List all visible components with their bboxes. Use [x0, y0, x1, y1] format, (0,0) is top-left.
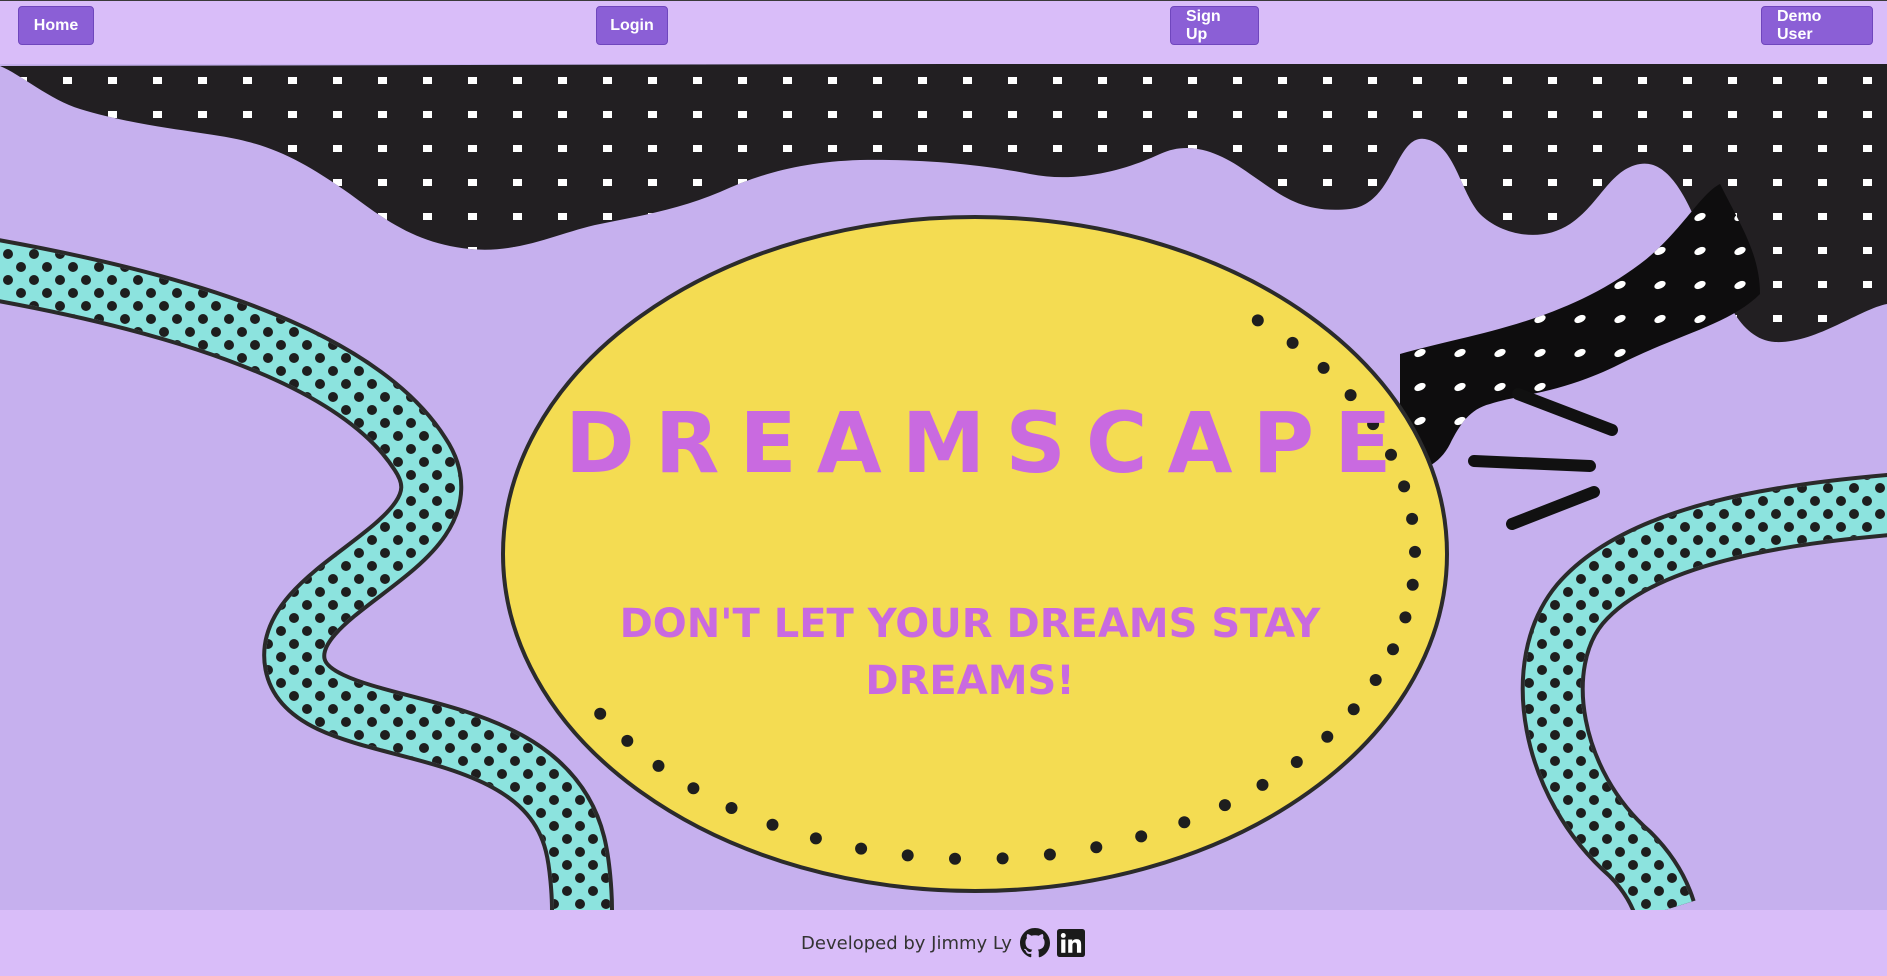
- linkedin-icon[interactable]: [1056, 928, 1086, 958]
- login-button[interactable]: Login: [596, 6, 668, 45]
- sun-border-dot: [1399, 611, 1412, 624]
- sun-border-dot: [1090, 841, 1103, 854]
- github-icon[interactable]: [1019, 928, 1050, 958]
- sun-border-dot: [652, 759, 665, 772]
- footer: Developed by Jimmy Ly: [0, 910, 1887, 976]
- sun-border-dot: [1290, 756, 1303, 768]
- sun-border-dot: [1387, 643, 1399, 656]
- home-button[interactable]: Home: [18, 6, 94, 45]
- developer-credit: Developed by Jimmy Ly: [801, 932, 1012, 954]
- sun-border-dot: [1347, 703, 1360, 716]
- sun-border-dot: [855, 842, 868, 855]
- sun-border-dot: [1409, 545, 1421, 558]
- hero-banner: DREAMSCAPE DON'T LET YOUR DREAMS STAY DR…: [0, 64, 1887, 910]
- sun-border-dot: [809, 832, 822, 845]
- sun-border-dot: [1135, 830, 1148, 843]
- demo-user-button[interactable]: Demo User: [1761, 6, 1873, 45]
- signup-button[interactable]: Sign Up: [1170, 6, 1259, 45]
- sun-border-dot: [1178, 816, 1191, 829]
- tagline-line-1: DON'T LET YOUR DREAMS STAY: [619, 601, 1321, 647]
- sun-border-dot: [901, 849, 914, 862]
- brand-title: DREAMSCAPE: [565, 394, 1412, 492]
- sun-border-dot: [1218, 799, 1231, 812]
- yellow-sun-shape: [501, 215, 1449, 893]
- sun-border-dot: [1406, 512, 1419, 525]
- sun-border-dot: [1406, 578, 1419, 591]
- sun-border-dot: [725, 802, 738, 814]
- sun-border-dot: [1251, 314, 1264, 327]
- sun-border-dot: [766, 818, 779, 831]
- top-navbar: Home Login Sign Up Demo User: [0, 0, 1887, 64]
- sun-border-dot: [1286, 336, 1299, 349]
- sun-border-dot: [949, 852, 961, 865]
- sun-border-dot: [621, 734, 634, 747]
- sun-border-dot: [1043, 848, 1056, 861]
- sun-border-dot: [1321, 730, 1334, 743]
- sun-border-dot: [1256, 778, 1269, 791]
- sun-border-dot: [996, 852, 1009, 865]
- sun-border-dot: [594, 707, 607, 720]
- tagline-line-2: DREAMS!: [865, 658, 1075, 704]
- sun-border-dot: [687, 782, 700, 795]
- sun-border-dot: [1317, 361, 1330, 374]
